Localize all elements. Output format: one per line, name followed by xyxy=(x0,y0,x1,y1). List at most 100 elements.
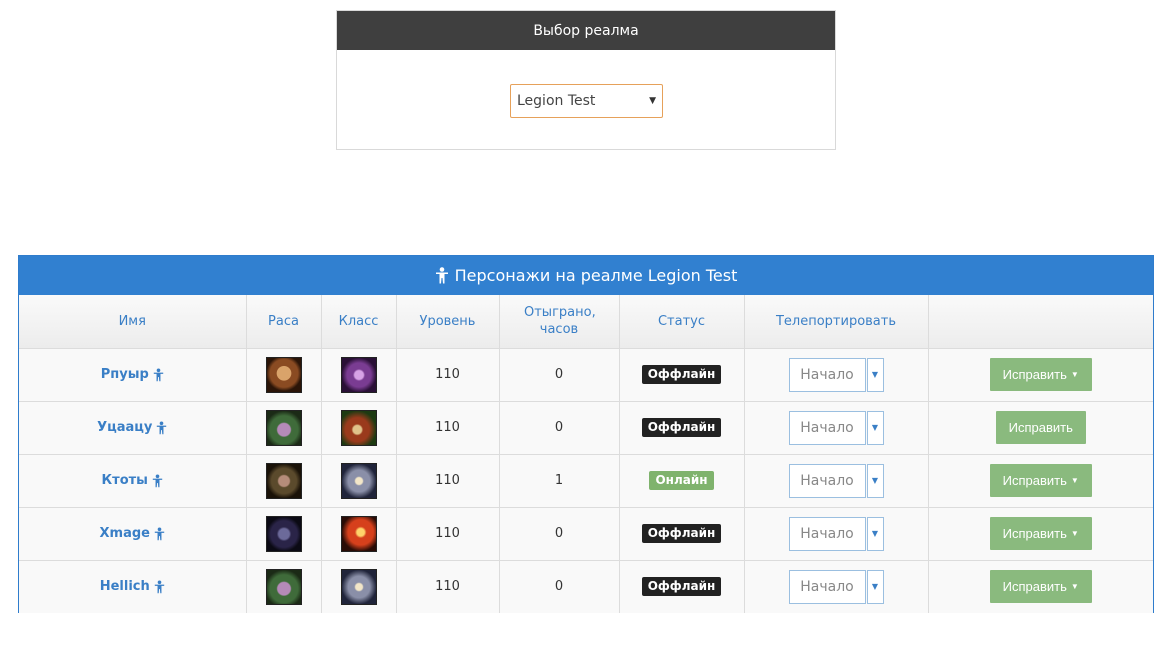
character-name-link[interactable]: Xmage xyxy=(100,526,165,541)
caret-down-icon: ▼ xyxy=(1070,582,1079,592)
character-level: 110 xyxy=(435,473,460,488)
table-header-row: Имя Раса Класс Уровень Отыграно, часов С… xyxy=(19,295,1153,349)
class-icon xyxy=(340,356,377,393)
character-level: 110 xyxy=(435,420,460,435)
race-cell xyxy=(246,507,322,561)
played-cell: 1 xyxy=(499,454,620,508)
character-name: Xmage xyxy=(99,526,150,541)
column-header-played-label: Отыграно, часов xyxy=(524,305,596,338)
column-header-race: Раса xyxy=(246,295,322,349)
race-cell xyxy=(246,348,322,402)
column-header-level: Уровень xyxy=(396,295,500,349)
played-hours: 0 xyxy=(554,526,564,541)
actions-cell: Исправить ▼ xyxy=(928,507,1153,561)
character-name-link[interactable]: Ктоты xyxy=(102,473,163,488)
fix-character-button[interactable]: Исправить ▼ xyxy=(989,517,1092,550)
level-cell: 110 xyxy=(396,454,500,508)
teleport-dropdown-toggle[interactable]: ▼ xyxy=(866,357,884,392)
character-name: Hellich xyxy=(99,579,150,595)
played-hours: 0 xyxy=(554,367,564,382)
fix-character-button[interactable]: Исправить ▼ xyxy=(989,464,1092,497)
characters-panel-title: Персонажи на реалме Legion Test xyxy=(454,266,738,285)
teleport-select[interactable]: Начало xyxy=(788,357,866,392)
class-cell xyxy=(321,401,397,455)
caret-down-icon: ▼ xyxy=(1070,529,1079,538)
teleport-cell: Начало ▼ xyxy=(744,560,929,613)
class-cell xyxy=(321,560,397,613)
character-level: 110 xyxy=(435,526,460,541)
played-cell: 0 xyxy=(499,348,620,402)
teleport-select[interactable]: Начало xyxy=(788,516,866,551)
teleport-control: Начало ▼ xyxy=(788,463,884,498)
teleport-dropdown-toggle[interactable]: ▼ xyxy=(866,463,884,498)
fix-button-label: Исправить xyxy=(1008,420,1073,435)
class-icon xyxy=(340,568,377,605)
fix-button-label: Исправить xyxy=(1002,526,1067,541)
played-hours: 0 xyxy=(554,579,564,595)
teleport-select[interactable]: Начало xyxy=(788,569,866,604)
teleport-cell: Начало ▼ xyxy=(744,507,929,561)
person-icon xyxy=(154,580,165,594)
status-cell: Оффлайн xyxy=(619,560,745,613)
table-row: Рпуыр 110 0 Оффлайн Начало ▼ Исправить ▼ xyxy=(19,348,1153,402)
teleport-cell: Начало ▼ xyxy=(744,348,929,402)
teleport-dropdown-toggle[interactable]: ▼ xyxy=(866,516,884,551)
character-name-link[interactable]: Hellich xyxy=(100,579,165,594)
status-badge: Оффлайн xyxy=(641,365,722,384)
character-name-cell: Hellich xyxy=(19,560,247,613)
character-name-cell: Уцаацу xyxy=(19,401,247,455)
status-badge: Онлайн xyxy=(649,471,714,490)
status-badge: Оффлайн xyxy=(641,524,722,543)
fix-character-button[interactable]: Исправить ▼ xyxy=(989,570,1092,604)
teleport-control: Начало ▼ xyxy=(788,357,884,392)
teleport-dropdown-toggle[interactable]: ▼ xyxy=(866,569,884,604)
character-name-cell: Рпуыр xyxy=(19,348,247,402)
class-cell xyxy=(321,454,397,508)
caret-down-icon: ▼ xyxy=(1070,476,1079,485)
column-header-teleport: Телепортировать xyxy=(744,295,929,349)
class-icon xyxy=(340,515,377,552)
characters-table: Имя Раса Класс Уровень Отыграно, часов С… xyxy=(19,295,1153,613)
played-cell: 0 xyxy=(499,401,620,455)
class-cell xyxy=(321,348,397,402)
level-cell: 110 xyxy=(396,348,500,402)
fix-character-button[interactable]: Исправить xyxy=(995,411,1086,444)
realm-select-panel: Выбор реалма Legion Test ▼ xyxy=(336,10,836,150)
played-hours: 1 xyxy=(554,473,564,488)
column-header-actions xyxy=(928,295,1153,349)
realm-dropdown[interactable]: Legion Test ▼ xyxy=(510,84,663,118)
caret-down-icon: ▼ xyxy=(1070,370,1079,379)
teleport-select[interactable]: Начало xyxy=(788,463,866,498)
character-name-cell: Xmage xyxy=(19,507,247,561)
class-icon xyxy=(340,462,377,499)
character-name-link[interactable]: Рпуыр xyxy=(101,367,164,382)
played-cell: 0 xyxy=(499,560,620,613)
fix-character-button[interactable]: Исправить ▼ xyxy=(989,358,1092,391)
actions-cell: Исправить ▼ xyxy=(928,560,1153,613)
actions-cell: Исправить ▼ xyxy=(928,454,1153,508)
status-cell: Оффлайн xyxy=(619,507,745,561)
level-cell: 110 xyxy=(396,560,500,613)
realm-panel-title: Выбор реалма xyxy=(337,11,835,50)
character-name-link[interactable]: Уцаацу xyxy=(97,420,167,435)
caret-down-icon: ▼ xyxy=(871,476,879,485)
teleport-control: Начало ▼ xyxy=(788,410,884,445)
status-badge: Оффлайн xyxy=(641,577,722,597)
level-cell: 110 xyxy=(396,401,500,455)
character-name: Рпуыр xyxy=(100,367,149,382)
race-portrait-icon xyxy=(265,515,302,552)
race-cell xyxy=(246,454,322,508)
character-name-cell: Ктоты xyxy=(19,454,247,508)
person-icon xyxy=(153,367,164,382)
realm-dropdown-value: Legion Test xyxy=(517,93,596,109)
race-portrait-icon xyxy=(265,568,302,605)
characters-panel: Персонажи на реалме Legion Test Имя Раса… xyxy=(18,255,1154,613)
person-icon xyxy=(156,420,167,435)
level-cell: 110 xyxy=(396,507,500,561)
teleport-select[interactable]: Начало xyxy=(788,410,866,445)
teleport-dropdown-toggle[interactable]: ▼ xyxy=(866,410,884,445)
caret-down-icon: ▼ xyxy=(871,423,879,432)
race-portrait-icon xyxy=(265,462,302,499)
status-cell: Оффлайн xyxy=(619,401,745,455)
person-icon xyxy=(152,473,163,488)
